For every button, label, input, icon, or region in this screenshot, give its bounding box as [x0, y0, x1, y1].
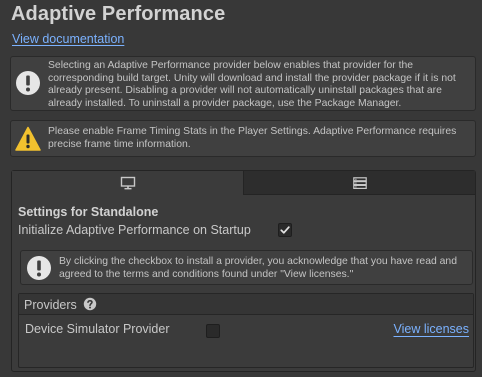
view-licenses-link[interactable]: View licenses: [393, 322, 469, 336]
consent-message: By clicking the checkbox to install a pr…: [59, 256, 457, 280]
info-icon: [27, 256, 51, 280]
desktop-monitor-icon: [120, 176, 135, 190]
providers-header: Providers: [19, 294, 473, 315]
initialize-on-startup-label: Initialize Adaptive Performance on Start…: [18, 223, 251, 237]
warning-icon: [15, 126, 41, 151]
view-documentation-link[interactable]: View documentation: [12, 32, 124, 46]
providers-list: Providers Device Simulator Provider View…: [18, 293, 474, 368]
tab-standalone[interactable]: [12, 171, 243, 195]
adaptive-performance-settings-panel: Adaptive Performance View documentation …: [0, 0, 482, 377]
info-icon: [16, 71, 40, 95]
server-icon: [352, 176, 367, 189]
settings-title: Settings for Standalone: [18, 205, 159, 219]
providers-label: Providers: [24, 298, 77, 312]
provider-checkbox[interactable]: [206, 324, 220, 338]
platform-tabs: [12, 171, 475, 195]
warning-help-box: Please enable Frame Timing Stats in the …: [10, 120, 476, 157]
tab-dedicated-server[interactable]: [243, 171, 475, 195]
page-title: Adaptive Performance: [11, 3, 226, 25]
checkmark-icon: [280, 226, 290, 234]
info-message: Selecting an Adaptive Performance provid…: [48, 60, 456, 109]
license-consent-help-box: By clicking the checkbox to install a pr…: [20, 250, 473, 285]
platform-settings-section: Settings for Standalone Initialize Adapt…: [11, 170, 476, 372]
initialize-on-startup-checkbox[interactable]: [278, 223, 292, 237]
info-help-box: Selecting an Adaptive Performance provid…: [10, 56, 476, 111]
question-circle-icon[interactable]: [83, 297, 97, 311]
provider-name: Device Simulator Provider: [25, 322, 170, 336]
warning-message: Please enable Frame Timing Stats in the …: [48, 126, 457, 150]
